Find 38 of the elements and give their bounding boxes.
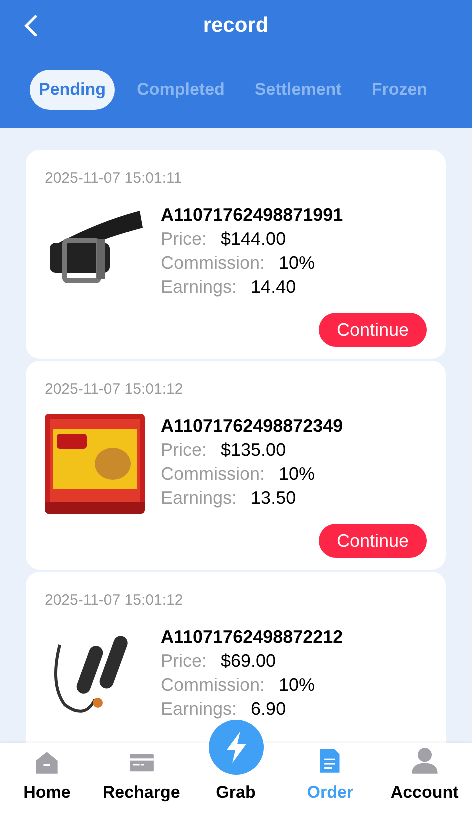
person-icon — [410, 746, 439, 776]
earnings-value: 6.90 — [251, 698, 286, 721]
commission-value: 10% — [279, 463, 316, 486]
home-icon — [34, 750, 60, 776]
earnings-value: 13.50 — [251, 487, 296, 510]
commission-label: Commission: — [161, 252, 266, 275]
tab[interactable]: Frozen — [364, 70, 436, 110]
earnings-value: 14.40 — [251, 276, 296, 299]
earnings-label: Earnings: — [161, 487, 238, 510]
continue-button[interactable]: Continue — [319, 524, 427, 558]
order-number: A11071762498871991 — [161, 204, 344, 227]
order-time: 2025-11-07 15:01:12 — [45, 381, 184, 399]
price-value: $135.00 — [221, 439, 286, 462]
page-title: record — [203, 13, 269, 40]
price-label: Price: — [161, 439, 208, 462]
commission-label: Commission: — [161, 463, 266, 486]
nav-item[interactable]: Account — [378, 746, 472, 805]
order-number: A11071762498872349 — [161, 415, 344, 438]
nav-item[interactable]: Recharge — [94, 750, 189, 805]
price-value: $144.00 — [221, 228, 286, 251]
price-label: Price: — [161, 650, 208, 673]
order-time: 2025-11-07 15:01:11 — [45, 170, 184, 188]
order-time: 2025-11-07 15:01:12 — [45, 592, 184, 610]
continue-button[interactable]: Continue — [319, 313, 427, 347]
nav-item[interactable]: Order — [283, 746, 378, 805]
tab[interactable]: Settlement — [246, 70, 350, 110]
price-label: Price: — [161, 228, 208, 251]
commission-label: Commission: — [161, 674, 266, 697]
earnings-label: Earnings: — [161, 276, 238, 299]
tab[interactable]: Completed — [129, 70, 233, 110]
nav-item[interactable]: Home — [0, 750, 94, 805]
earnings-label: Earnings: — [161, 698, 238, 721]
order-number: A11071762498872212 — [161, 626, 344, 649]
tab[interactable]: Pending — [30, 70, 116, 110]
price-value: $69.00 — [221, 650, 276, 673]
commission-value: 10% — [279, 674, 316, 697]
commission-value: 10% — [279, 252, 316, 275]
nav-item[interactable]: Grab — [216, 780, 256, 805]
